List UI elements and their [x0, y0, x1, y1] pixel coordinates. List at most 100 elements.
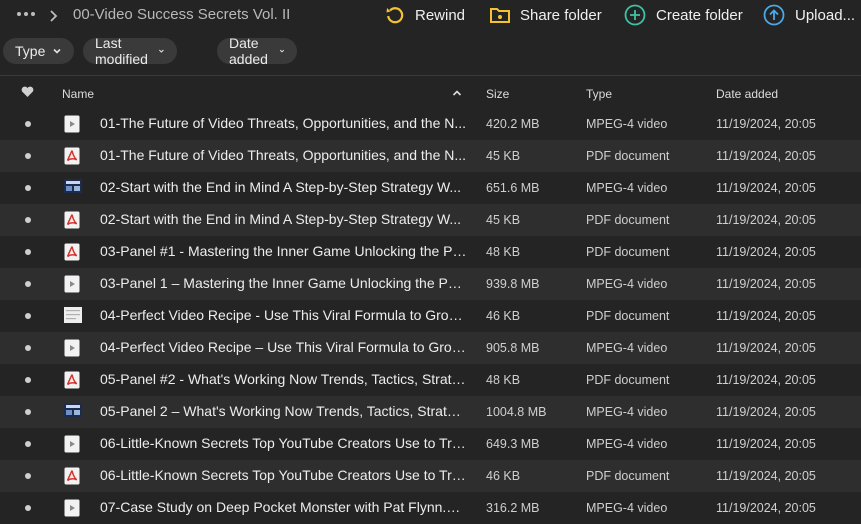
table-header: Name Size Type Date added	[0, 78, 861, 108]
file-date-added: 11/19/2024, 20:05	[716, 309, 816, 323]
table-row[interactable]: 07-Case Study on Deep Pocket Monster wit…	[0, 492, 861, 524]
file-date-added: 11/19/2024, 20:05	[716, 117, 816, 131]
file-type: MPEG-4 video	[586, 341, 668, 355]
file-size: 1004.8 MB	[486, 405, 547, 419]
upload-circle-icon	[763, 4, 785, 26]
video-file-icon	[64, 115, 80, 133]
table-row[interactable]: 04-Perfect Video Recipe – Use This Viral…	[0, 332, 861, 364]
file-size: 45 KB	[486, 213, 521, 227]
file-name[interactable]: 02-Start with the End in Mind A Step-by-…	[100, 211, 468, 227]
file-name[interactable]: 06-Little-Known Secrets Top YouTube Crea…	[100, 435, 468, 451]
table-row[interactable]: 05-Panel 2 – What's Working Now Trends, …	[0, 396, 861, 428]
table-row[interactable]: 06-Little-Known Secrets Top YouTube Crea…	[0, 460, 861, 492]
share-folder-button[interactable]: Share folder	[490, 3, 602, 27]
file-date-added: 11/19/2024, 20:05	[716, 469, 816, 483]
table-row[interactable]: 02-Start with the End in Mind A Step-by-…	[0, 172, 861, 204]
chevron-down-icon	[53, 48, 61, 54]
file-size: 649.3 MB	[486, 437, 540, 451]
file-date-added: 11/19/2024, 20:05	[716, 437, 816, 451]
filter-date-added[interactable]: Date added	[217, 35, 297, 67]
file-name[interactable]: 05-Panel #2 - What's Working Now Trends,…	[100, 371, 468, 387]
video-file-icon	[64, 275, 80, 293]
create-folder-button[interactable]: Create folder	[624, 3, 743, 27]
table-row[interactable]: 01-The Future of Video Threats, Opportun…	[0, 108, 861, 140]
rewind-icon	[386, 7, 404, 24]
rewind-button[interactable]: Rewind	[385, 3, 465, 27]
column-name[interactable]: Name	[62, 87, 94, 101]
file-name[interactable]: 03-Panel 1 – Mastering the Inner Game Un…	[100, 275, 468, 291]
share-folder-label: Share folder	[520, 6, 602, 24]
file-date-added: 11/19/2024, 20:05	[716, 149, 816, 163]
table-row[interactable]: 03-Panel #1 - Mastering the Inner Game U…	[0, 236, 861, 268]
more-horizontal-icon[interactable]	[17, 12, 35, 16]
table-row[interactable]: 02-Start with the End in Mind A Step-by-…	[0, 204, 861, 236]
favorite-toggle[interactable]	[25, 249, 31, 255]
file-name[interactable]: 07-Case Study on Deep Pocket Monster wit…	[100, 499, 468, 515]
favorite-toggle[interactable]	[25, 153, 31, 159]
video-file-icon	[64, 339, 80, 357]
file-type: PDF document	[586, 309, 670, 323]
table-row[interactable]: 06-Little-Known Secrets Top YouTube Crea…	[0, 428, 861, 460]
top-bar: 00-Video Success Secrets Vol. II Rewind …	[0, 0, 861, 30]
favorite-toggle[interactable]	[25, 377, 31, 383]
file-date-added: 11/19/2024, 20:05	[716, 373, 816, 387]
file-type: MPEG-4 video	[586, 181, 668, 195]
file-date-added: 11/19/2024, 20:05	[716, 341, 816, 355]
table-row[interactable]: 05-Panel #2 - What's Working Now Trends,…	[0, 364, 861, 396]
favorite-toggle[interactable]	[25, 473, 31, 479]
file-type: MPEG-4 video	[586, 501, 668, 515]
favorite-toggle[interactable]	[25, 441, 31, 447]
column-size[interactable]: Size	[486, 87, 509, 101]
filter-last-modified-label: Last modified	[95, 35, 148, 67]
plus-circle-icon	[624, 4, 646, 26]
table-row[interactable]: 03-Panel 1 – Mastering the Inner Game Un…	[0, 268, 861, 300]
favorite-toggle[interactable]	[25, 121, 31, 127]
file-date-added: 11/19/2024, 20:05	[716, 405, 816, 419]
table-row[interactable]: 01-The Future of Video Threats, Opportun…	[0, 140, 861, 172]
file-size: 45 KB	[486, 149, 521, 163]
table-row[interactable]: 04-Perfect Video Recipe - Use This Viral…	[0, 300, 861, 332]
file-date-added: 11/19/2024, 20:05	[716, 181, 816, 195]
column-type[interactable]: Type	[586, 87, 612, 101]
heart-icon[interactable]	[21, 86, 34, 98]
breadcrumb-current-folder[interactable]: 00-Video Success Secrets Vol. II	[73, 6, 290, 23]
toolbar-divider	[0, 75, 861, 76]
video-thumbnail-icon	[64, 179, 82, 197]
file-type: PDF document	[586, 373, 670, 387]
pdf-file-icon	[64, 147, 80, 165]
file-name[interactable]: 03-Panel #1 - Mastering the Inner Game U…	[100, 243, 468, 259]
filter-type[interactable]: Type	[3, 38, 75, 64]
file-name[interactable]: 01-The Future of Video Threats, Opportun…	[100, 115, 468, 131]
file-name[interactable]: 01-The Future of Video Threats, Opportun…	[100, 147, 468, 163]
favorite-toggle[interactable]	[25, 409, 31, 415]
file-name[interactable]: 04-Perfect Video Recipe – Use This Viral…	[100, 339, 468, 355]
pdf-file-icon	[64, 211, 80, 229]
file-size: 420.2 MB	[486, 117, 540, 131]
favorite-toggle[interactable]	[25, 217, 31, 223]
favorite-toggle[interactable]	[25, 281, 31, 287]
file-date-added: 11/19/2024, 20:05	[716, 213, 816, 227]
file-size: 316.2 MB	[486, 501, 540, 515]
shared-folder-icon	[490, 8, 510, 23]
upload-button[interactable]: Upload...	[763, 3, 855, 27]
favorite-toggle[interactable]	[25, 505, 31, 511]
column-date-added[interactable]: Date added	[716, 87, 778, 101]
file-name[interactable]: 04-Perfect Video Recipe - Use This Viral…	[100, 307, 468, 323]
chevron-right-icon	[50, 10, 58, 22]
pdf-file-icon	[64, 467, 80, 485]
favorite-toggle[interactable]	[25, 185, 31, 191]
favorite-toggle[interactable]	[25, 345, 31, 351]
file-size: 46 KB	[486, 309, 521, 323]
filter-last-modified[interactable]: Last modified	[83, 35, 177, 67]
video-thumbnail-icon	[64, 403, 82, 421]
chevron-up-icon[interactable]	[452, 89, 462, 97]
video-file-icon	[64, 499, 80, 517]
upload-label: Upload...	[795, 6, 856, 24]
document-thumbnail-icon	[64, 307, 82, 325]
favorite-toggle[interactable]	[25, 313, 31, 319]
file-name[interactable]: 05-Panel 2 – What's Working Now Trends, …	[100, 403, 468, 419]
file-name[interactable]: 06-Little-Known Secrets Top YouTube Crea…	[100, 467, 468, 483]
rewind-label: Rewind	[415, 6, 466, 24]
chevron-down-icon	[279, 49, 285, 53]
file-name[interactable]: 02-Start with the End in Mind A Step-by-…	[100, 179, 468, 195]
